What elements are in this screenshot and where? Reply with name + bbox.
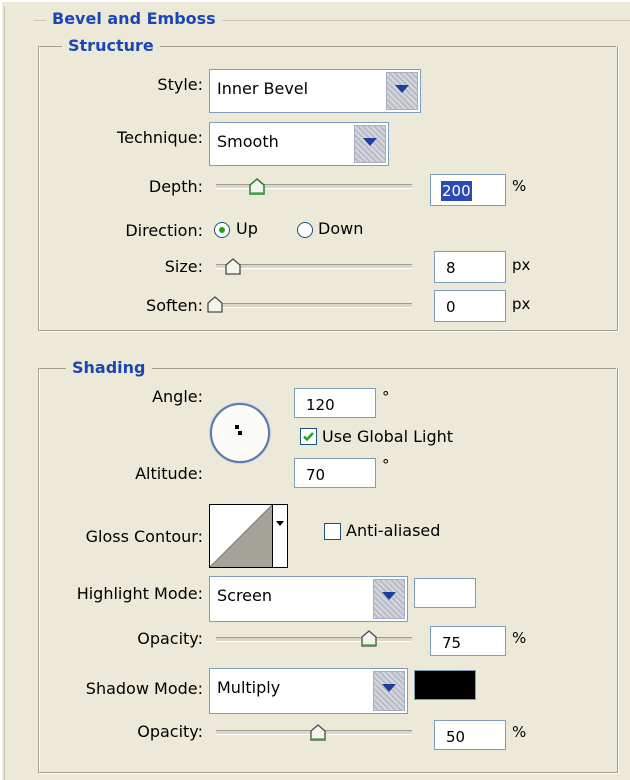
direction-up-radio[interactable] [214,222,230,238]
highlight-opacity-value: 75 [442,634,462,652]
size-value: 8 [446,259,456,277]
highlight-opacity-unit: % [512,629,527,647]
highlight-color-swatch[interactable] [414,578,476,608]
size-input[interactable]: 8 [434,251,506,283]
style-select[interactable]: Inner Bevel [209,69,421,113]
shadow-opacity-value: 50 [446,728,466,746]
shadow-opacity-input[interactable]: 50 [434,720,506,750]
size-slider-thumb[interactable] [224,258,242,276]
shadow-color-swatch[interactable] [414,670,476,700]
gloss-contour-label: Gloss Contour: [85,527,203,546]
depth-value: 200 [441,181,472,201]
use-global-light-checkbox[interactable] [300,428,317,445]
technique-value: Smooth [217,132,279,151]
angle-value: 120 [306,396,335,414]
chevron-down-icon[interactable] [373,671,405,711]
direction-down-radio[interactable] [297,222,313,238]
size-label: Size: [164,257,203,276]
altitude-unit: ° [382,456,390,474]
style-value: Inner Bevel [217,79,309,98]
soften-input[interactable]: 0 [434,290,506,322]
soften-unit: px [512,295,531,313]
gloss-contour-dropdown[interactable] [272,504,288,568]
light-direction-marker [235,425,239,429]
depth-label: Depth: [148,177,203,196]
highlight-mode-value: Screen [217,586,273,605]
direction-up-label[interactable]: Up [236,219,258,238]
window-edge-inner [4,6,5,780]
depth-slider-track[interactable] [216,184,412,189]
bevel-emboss-title: Bevel and Emboss [46,9,222,29]
shadow-mode-label: Shadow Mode: [85,679,203,698]
window-edge-left [0,0,2,780]
window-edge-top [0,0,630,2]
angle-unit: ° [382,388,390,406]
dial-center [238,431,242,435]
direction-label: Direction: [125,221,203,240]
direction-down-label[interactable]: Down [318,219,363,238]
depth-input[interactable]: 200 [430,174,506,206]
depth-unit: % [512,177,527,195]
altitude-input[interactable]: 70 [294,458,376,488]
altitude-value: 70 [306,466,326,484]
soften-label: Soften: [146,296,203,315]
highlight-opacity-slider-thumb[interactable] [360,630,378,648]
shadow-opacity-unit: % [512,723,527,741]
gloss-contour-preview[interactable] [209,504,273,568]
soften-value: 0 [446,298,456,316]
structure-title: Structure [62,36,160,56]
shadow-opacity-label: Opacity: [137,722,203,741]
highlight-mode-label: Highlight Mode: [76,584,203,603]
contour-curve-icon [210,505,272,567]
size-unit: px [512,256,531,274]
soften-slider-track[interactable] [212,303,412,308]
shadow-mode-select[interactable]: Multiply [209,668,408,714]
angle-label: Angle: [152,387,203,406]
shading-title: Shading [66,358,152,378]
style-label: Style: [157,75,203,94]
radio-selected-dot [219,227,225,233]
anti-aliased-label[interactable]: Anti-aliased [346,521,440,540]
use-global-light-label[interactable]: Use Global Light [322,427,453,446]
highlight-opacity-label: Opacity: [137,629,203,648]
technique-select[interactable]: Smooth [209,122,389,166]
size-slider-track[interactable] [216,264,412,269]
altitude-label: Altitude: [135,464,203,483]
technique-label: Technique: [117,128,203,147]
shadow-mode-value: Multiply [217,678,281,697]
highlight-mode-select[interactable]: Screen [209,576,408,622]
depth-slider-thumb[interactable] [248,178,266,196]
shadow-opacity-slider-thumb[interactable] [309,724,327,742]
highlight-opacity-slider-track[interactable] [216,637,412,642]
anti-aliased-checkbox[interactable] [324,523,341,540]
chevron-down-icon[interactable] [354,125,386,163]
chevron-down-icon[interactable] [386,72,418,110]
angle-dial[interactable] [210,403,270,463]
highlight-opacity-input[interactable]: 75 [430,626,506,656]
soften-slider-thumb[interactable] [206,296,224,314]
angle-input[interactable]: 120 [294,388,376,418]
chevron-down-icon[interactable] [373,579,405,619]
